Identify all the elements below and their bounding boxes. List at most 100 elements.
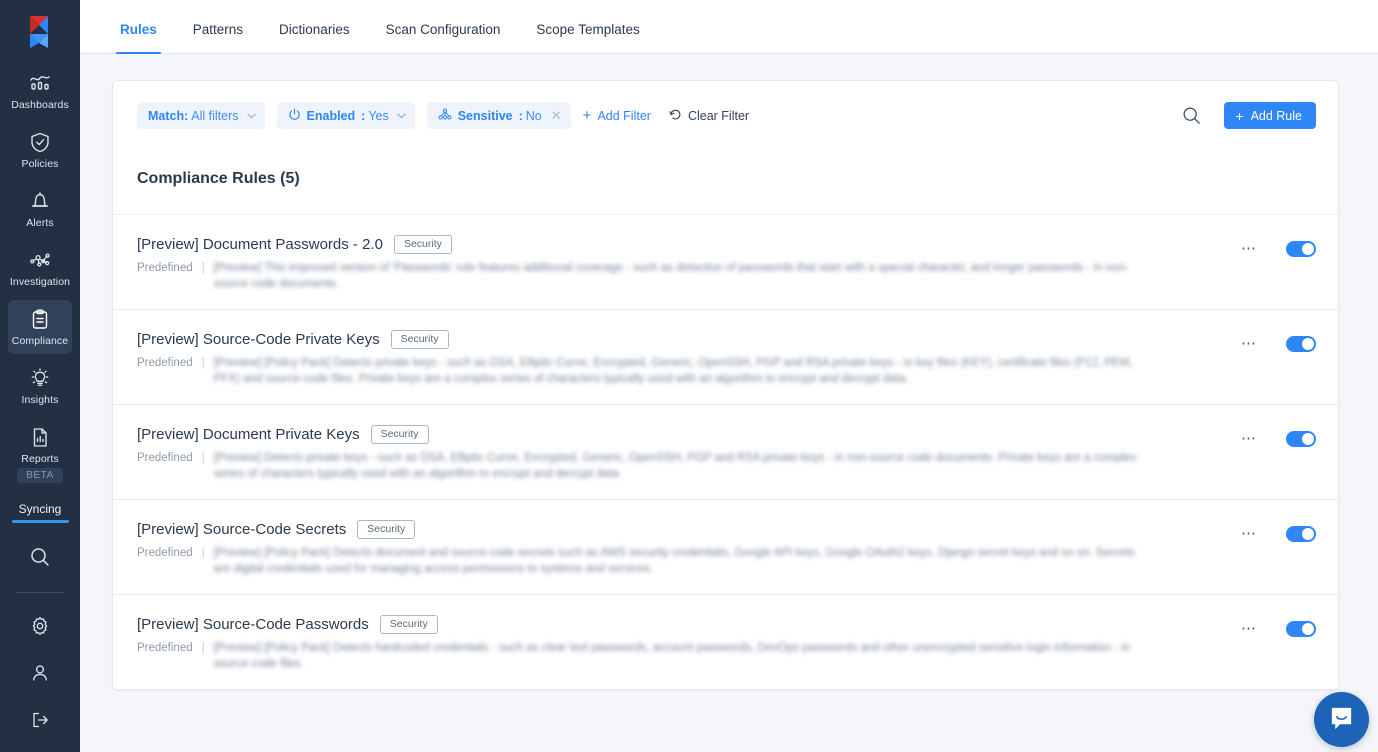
- search-icon[interactable]: [28, 545, 52, 574]
- more-options-icon[interactable]: ⋯: [1241, 245, 1258, 253]
- rule-description: [Preview] Detects private keys - such as…: [214, 450, 1149, 482]
- add-rule-button[interactable]: + Add Rule: [1224, 102, 1316, 129]
- tab-rules[interactable]: Rules: [102, 22, 175, 53]
- filter-chip-key: Sensitive: [458, 109, 513, 123]
- sidebar-label: Dashboards: [11, 99, 69, 111]
- sidebar-item-policies[interactable]: Policies: [8, 123, 72, 177]
- filter-chip-match[interactable]: Match: All filters: [137, 102, 265, 129]
- app-logo[interactable]: [18, 14, 62, 50]
- content-area: Match: All filters Ena: [80, 54, 1378, 752]
- rule-subline: Predefined | [Preview] [Policy Pack] Det…: [137, 545, 1241, 577]
- rules-card: Match: All filters Ena: [112, 80, 1339, 690]
- more-options-icon[interactable]: ⋯: [1241, 530, 1258, 538]
- status-badge: Security: [357, 520, 415, 539]
- sidebar-label: Investigation: [10, 276, 70, 288]
- rule-actions: ⋯: [1241, 425, 1316, 447]
- separator: |: [202, 355, 205, 387]
- report-document-icon: [31, 426, 49, 448]
- rule-description: [Preview] [Policy Pack] Detects hardcode…: [214, 640, 1149, 672]
- sidebar-item-reports[interactable]: Reports BETA: [8, 418, 72, 490]
- toggle-knob: [1302, 528, 1314, 540]
- logout-icon[interactable]: [30, 710, 50, 735]
- rule-description: [Preview] [Policy Pack] Detects document…: [214, 545, 1149, 577]
- plus-icon: +: [583, 108, 592, 123]
- beta-badge: BETA: [17, 468, 63, 483]
- filter-chip-value: Yes: [368, 109, 388, 123]
- syncing-status: Syncing: [12, 502, 69, 523]
- lightbulb-icon: [29, 367, 51, 389]
- shield-icon: [30, 131, 50, 153]
- rule-title: [Preview] Source-Code Private Keys: [137, 331, 380, 348]
- tab-patterns[interactable]: Patterns: [175, 22, 261, 53]
- main-area: Rules Patterns Dictionaries Scan Configu…: [80, 0, 1378, 752]
- rule-title: [Preview] Document Private Keys: [137, 426, 360, 443]
- rule-enabled-toggle[interactable]: [1286, 431, 1316, 447]
- table-row[interactable]: [Preview] Source-Code Private Keys Secur…: [113, 310, 1338, 405]
- filter-chip-value: All filters: [191, 109, 238, 123]
- rule-enabled-toggle[interactable]: [1286, 241, 1316, 257]
- tab-scan-configuration[interactable]: Scan Configuration: [368, 22, 519, 53]
- filter-bar: Match: All filters Ena: [113, 81, 1338, 148]
- status-badge: Security: [380, 615, 438, 634]
- more-options-icon[interactable]: ⋯: [1241, 340, 1258, 348]
- chevron-down-icon: [247, 111, 256, 121]
- gear-icon[interactable]: [30, 616, 50, 641]
- chat-bubble-icon: [1328, 704, 1355, 736]
- sidebar-item-insights[interactable]: Insights: [8, 359, 72, 413]
- app-root: Dashboards Policies Alerts: [0, 0, 1378, 752]
- toggle-knob: [1302, 623, 1314, 635]
- filter-chip-key: Enabled: [307, 109, 356, 123]
- sidebar-item-alerts[interactable]: Alerts: [8, 182, 72, 236]
- filter-chip-sensitive[interactable]: Sensitive: No ✕: [427, 102, 571, 129]
- separator: |: [202, 450, 205, 482]
- rule-actions: ⋯: [1241, 615, 1316, 637]
- sidebar-item-investigation[interactable]: Investigation: [8, 241, 72, 295]
- rule-content: [Preview] Source-Code Secrets Security P…: [137, 520, 1241, 577]
- tab-dictionaries[interactable]: Dictionaries: [261, 22, 368, 53]
- rule-enabled-toggle[interactable]: [1286, 336, 1316, 352]
- sidebar-label: Reports: [21, 453, 58, 465]
- table-row[interactable]: [Preview] Source-Code Secrets Security P…: [113, 500, 1338, 595]
- plus-icon: +: [1235, 109, 1243, 123]
- clear-filter-label: Clear Filter: [688, 109, 749, 123]
- separator: |: [202, 545, 205, 577]
- tab-scope-templates[interactable]: Scope Templates: [518, 22, 657, 53]
- more-options-icon[interactable]: ⋯: [1241, 435, 1258, 443]
- status-badge: Security: [394, 235, 452, 254]
- more-options-icon[interactable]: ⋯: [1241, 625, 1258, 633]
- table-row[interactable]: [Preview] Source-Code Passwords Security…: [113, 595, 1338, 689]
- reset-icon: [669, 108, 682, 124]
- bell-icon: [30, 190, 50, 212]
- rule-title: [Preview] Source-Code Secrets: [137, 521, 346, 538]
- sidebar-label: Insights: [22, 394, 59, 406]
- rule-header: [Preview] Document Passwords - 2.0 Secur…: [137, 235, 1241, 254]
- user-icon[interactable]: [30, 663, 50, 688]
- table-row[interactable]: [Preview] Document Passwords - 2.0 Secur…: [113, 215, 1338, 310]
- rule-enabled-toggle[interactable]: [1286, 526, 1316, 542]
- status-badge: Security: [371, 425, 429, 444]
- sidebar-item-dashboards[interactable]: Dashboards: [8, 64, 72, 118]
- toggle-knob: [1302, 338, 1314, 350]
- add-filter-button[interactable]: + Add Filter: [583, 108, 651, 123]
- rule-content: [Preview] Source-Code Private Keys Secur…: [137, 330, 1241, 387]
- clear-filter-button[interactable]: Clear Filter: [669, 108, 749, 124]
- rule-title: [Preview] Document Passwords - 2.0: [137, 236, 383, 253]
- network-nodes-icon: [29, 249, 51, 271]
- rule-enabled-toggle[interactable]: [1286, 621, 1316, 637]
- chat-widget-button[interactable]: [1314, 692, 1369, 747]
- rule-subline: Predefined | [Preview] [Policy Pack] Det…: [137, 355, 1241, 387]
- tab-bar: Rules Patterns Dictionaries Scan Configu…: [80, 0, 1378, 54]
- search-icon[interactable]: [1181, 105, 1202, 126]
- close-icon[interactable]: ✕: [551, 108, 562, 124]
- rule-header: [Preview] Source-Code Passwords Security: [137, 615, 1241, 634]
- rule-source: Predefined: [137, 450, 193, 482]
- add-rule-label: Add Rule: [1251, 109, 1302, 123]
- table-row[interactable]: [Preview] Document Private Keys Security…: [113, 405, 1338, 500]
- sidebar-item-compliance[interactable]: Compliance: [8, 300, 72, 354]
- sidebar-divider: [16, 592, 64, 593]
- page-title: Compliance Rules (5): [113, 148, 1338, 215]
- toggle-knob: [1302, 243, 1314, 255]
- filter-chip-enabled[interactable]: Enabled: Yes: [277, 102, 415, 129]
- rule-actions: ⋯: [1241, 330, 1316, 352]
- rule-content: [Preview] Document Passwords - 2.0 Secur…: [137, 235, 1241, 292]
